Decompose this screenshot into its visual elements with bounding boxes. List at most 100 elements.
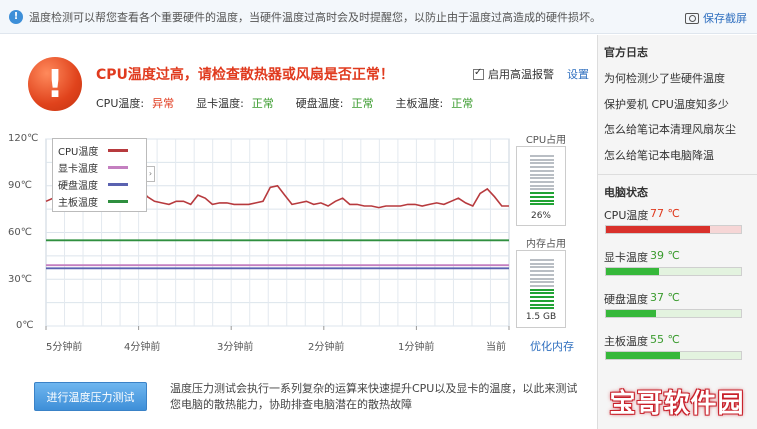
legend-swatch-board [108,200,128,203]
cpu-meter-segment [530,162,554,165]
cpu-meter-segment [530,166,554,169]
pc-status-disk-temp: 37 ℃ [650,291,680,304]
exclamation-icon: ! [28,57,82,111]
memory-meter-segment [530,292,554,295]
stress-test-description: 温度压力测试会执行一系列复杂的运算来快速提升CPU以及显卡的温度，以此来测试您电… [170,382,578,411]
memory-meter-segment [530,273,554,276]
pc-status-gpu-temp: 39 ℃ [650,249,680,262]
x-tick-5min: 5分钟前 [46,342,83,353]
legend-swatch-gpu [108,166,128,169]
memory-meter-segment [530,281,554,284]
cpu-meter-segment [530,173,554,176]
cpu-meter-segment [530,188,554,191]
optimize-memory-link[interactable]: 优化内存 [530,338,574,354]
cpu-meter-segment [530,169,554,172]
cpu-status-label: CPU温度: [96,97,145,110]
alarm-checkbox[interactable] [473,67,484,80]
settings-link[interactable]: 设置 [567,66,589,82]
stress-test-button[interactable]: 进行温度压力测试 [34,382,147,411]
camera-icon [685,12,699,24]
legend-label-gpu: 显卡温度 [58,164,98,175]
info-bar: ! 温度检测可以帮您查看各个重要硬件的温度，当硬件温度过高时会及时提醒您，以防止… [0,0,757,34]
right-sidebar: 官方日志 为何检测少了些硬件温度 保护爱机 CPU温度知多少 怎么给笔记本清理风… [597,35,757,429]
info-text: 温度检测可以帮您查看各个重要硬件的温度，当硬件温度过高时会及时提醒您，以防止由于… [29,10,601,24]
legend-collapse-toggle[interactable]: › [147,166,155,182]
y-tick-30: 30℃ [8,274,32,285]
gpu-status-label: 显卡温度: [196,97,244,110]
pc-status-disk-label: 硬盘温度 [604,293,648,306]
cpu-status-value: 异常 [152,97,175,110]
cpu-meter-segment [530,195,554,198]
pc-status-gpu-bar [605,267,742,276]
blog-item-2[interactable]: 保护爱机 CPU温度知多少 [598,92,757,118]
board-status-label: 主板温度: [395,97,444,110]
pc-status-cpu-fill [606,226,710,233]
pc-status-title: 电脑状态 [604,186,648,199]
disk-status-label: 硬盘温度: [295,97,344,110]
x-tick-3min: 3分钟前 [217,342,254,353]
pc-status-disk-fill [606,310,656,317]
pc-status-gpu-label: 显卡温度 [604,251,648,264]
cpu-meter-segment [530,181,554,183]
cpu-meter-segment [530,203,554,206]
legend-label-board: 主板温度 [58,198,98,209]
pc-status-board: 主板温度 55 ℃ [598,326,757,368]
pc-status-gpu: 显卡温度 39 ℃ [598,242,757,284]
x-tick-1min: 1分钟前 [398,342,435,353]
pc-status-cpu: CPU温度 77 ℃ [598,200,757,242]
memory-meter-segment [530,266,554,269]
exclamation-glyph: ! [46,62,64,106]
memory-meter-segment [530,259,554,261]
legend-label-cpu: CPU温度 [58,147,99,158]
blog-item-4[interactable]: 怎么给笔记本电脑降温 [598,143,757,169]
cpu-meter-segment [530,155,554,157]
save-screenshot-label: 保存截屏 [703,12,747,25]
memory-usage-title: 内存占用 [526,239,566,250]
gpu-status-value: 正常 [251,97,274,110]
alarm-label: 启用高温报警 [488,68,554,81]
memory-meter-segment [530,288,554,291]
blog-title: 官方日志 [604,46,648,59]
blog-item-1[interactable]: 为何检测少了些硬件温度 [598,66,757,92]
pc-status-disk-bar [605,309,742,318]
cpu-meter-segment [530,184,554,187]
cpu-meter-segment [530,199,554,202]
cpu-usage-value: 26% [530,211,551,221]
memory-meter-segment [530,277,554,280]
y-tick-60: 60℃ [8,227,32,238]
status-row: CPU温度: 异常 显卡温度: 正常 硬盘温度: 正常 主板温度: 正常 [96,95,495,111]
cpu-meter-segment [530,192,554,195]
pc-status-board-temp: 55 ℃ [650,333,680,346]
pc-status-disk: 硬盘温度 37 ℃ [598,284,757,326]
pc-status-cpu-temp: 77 ℃ [650,207,680,220]
pc-status-gpu-fill [606,268,659,275]
legend-label-disk: 硬盘温度 [58,181,98,192]
alarm-toggle[interactable]: 启用高温报警 [473,66,554,82]
legend-swatch-cpu [108,149,129,152]
board-status-value: 正常 [451,97,474,110]
memory-usage-value: 1.5 GB [525,312,557,322]
memory-meter-segment [530,270,554,273]
pc-status-board-bar [605,351,742,360]
cpu-meter-segment [530,158,554,161]
memory-meter-segment [530,296,554,299]
main-panel: ! CPU温度过高，请检查散热器或风扇是否正常！ 启用高温报警 设置 CPU温度… [0,35,596,429]
pc-status-board-fill [606,352,681,359]
chart-legend: CPU温度 显卡温度 硬盘温度 主板温度 [52,138,147,212]
alert-title: CPU温度过高，请检查散热器或风扇是否正常！ [96,67,394,83]
blog-item-3[interactable]: 怎么给笔记本清理风扇灰尘 [598,117,757,143]
memory-meter-segment [530,285,554,287]
memory-meter-segment [530,299,554,302]
save-screenshot-button[interactable]: 保存截屏 [685,10,747,26]
info-icon: ! [9,9,23,24]
legend-item-gpu: 显卡温度 [58,159,141,176]
y-tick-120: 120℃ [8,133,39,144]
legend-item-disk: 硬盘温度 [58,176,141,193]
watermark: 宝哥软件园 [609,388,745,419]
legend-item-cpu: CPU温度 [58,142,141,159]
pc-status-list: CPU温度 77 ℃ 显卡温度 39 ℃ 硬盘温度 37 ℃ 主板温度 55 ℃ [598,200,757,368]
memory-meter-segment [530,262,554,265]
memory-meter-segment [530,307,554,310]
cpu-usage-title: CPU占用 [525,135,567,146]
legend-item-board: 主板温度 [58,193,141,210]
